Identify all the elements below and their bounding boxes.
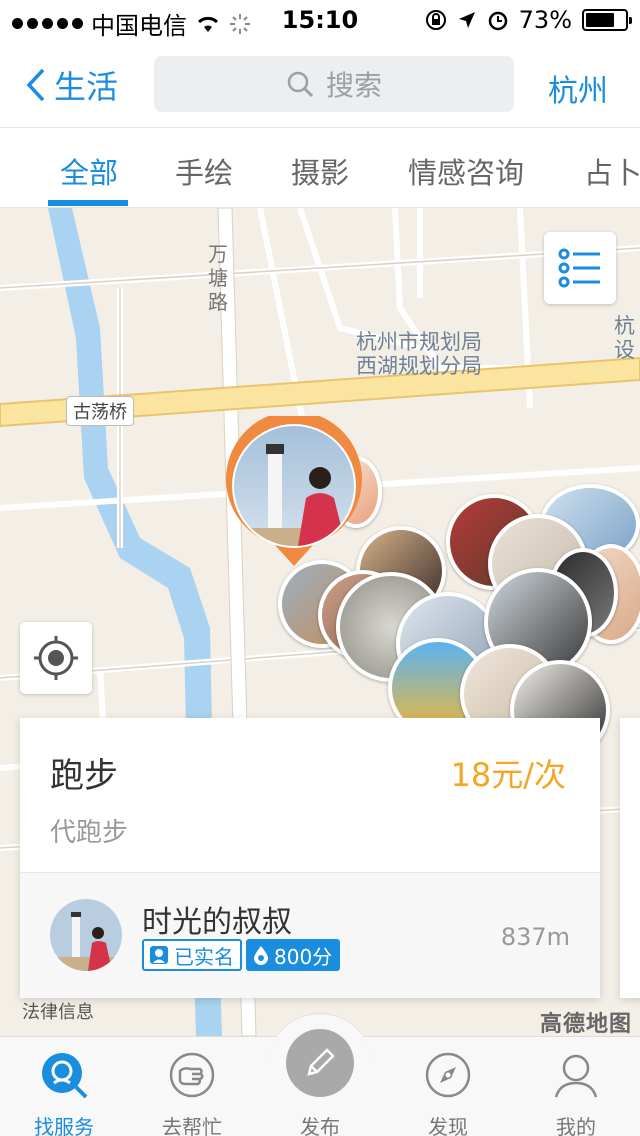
search-icon	[287, 71, 314, 98]
help-hand-icon	[169, 1052, 215, 1098]
provider-row[interactable]: 时光的叔叔 已实名 800分 837m	[20, 873, 600, 998]
id-verified-icon	[150, 946, 168, 964]
tab-divination[interactable]: 占卜	[584, 150, 640, 192]
tab-find-service[interactable]: 找服务	[0, 1037, 128, 1136]
map-brand-logo: 高德地图	[539, 1012, 632, 1036]
drop-icon	[254, 946, 268, 965]
tab-counseling[interactable]: 情感咨询	[408, 150, 524, 192]
verified-badge: 已实名	[142, 939, 242, 971]
search-input[interactable]: 搜索	[154, 56, 514, 112]
tab-drawing[interactable]: 手绘	[175, 150, 233, 192]
back-button[interactable]: 生活	[26, 62, 118, 108]
rotation-lock-icon	[425, 10, 446, 30]
legal-info-link[interactable]: 法律信息	[22, 998, 94, 1024]
tab-all[interactable]: 全部	[60, 150, 118, 192]
tab-help[interactable]: 去帮忙	[128, 1037, 256, 1136]
service-title: 跑步	[50, 756, 118, 796]
list-icon	[558, 248, 600, 288]
locate-me-button[interactable]	[20, 622, 92, 694]
tab-me[interactable]: 我的	[512, 1037, 640, 1136]
city-selector[interactable]: 杭州	[548, 66, 608, 110]
road-label: 万塘路	[208, 242, 228, 314]
distance-label: 837m	[500, 923, 570, 951]
publish-button[interactable]	[286, 1029, 354, 1097]
status-bar: 中国电信 15:10 73%	[0, 0, 640, 40]
selected-user-pin[interactable]	[224, 416, 364, 586]
bottom-tab-bar: 找服务 去帮忙 发布 发现 我的	[0, 1013, 640, 1136]
poi-label: 杭州市规划局	[356, 330, 482, 354]
active-tab-indicator	[48, 200, 128, 206]
category-tabs: 全部 手绘 摄影 情感咨询 占卜	[0, 128, 640, 208]
pencil-icon	[307, 1048, 335, 1076]
score-badge: 800分	[246, 939, 341, 971]
provider-name: 时光的叔叔	[142, 905, 292, 940]
tab-discover[interactable]: 发现	[384, 1037, 512, 1136]
chevron-left-icon	[26, 68, 45, 102]
poi-label: 杭设	[614, 314, 635, 362]
compass-icon	[425, 1052, 471, 1098]
alarm-icon	[488, 11, 507, 31]
tab-photography[interactable]: 摄影	[291, 150, 349, 192]
battery-icon	[582, 9, 632, 31]
bridge-label: 古荡桥	[66, 396, 134, 426]
service-subtitle: 代跑步	[50, 818, 129, 848]
list-view-button[interactable]	[544, 232, 616, 304]
search-placeholder: 搜索	[325, 69, 382, 102]
poi-label: 西湖规划分局	[356, 354, 482, 378]
find-service-icon	[42, 1053, 88, 1099]
next-card-peek[interactable]	[620, 718, 640, 998]
back-label: 生活	[54, 68, 119, 106]
battery-percent: 73%	[518, 6, 572, 34]
avatar	[50, 899, 122, 971]
nav-bar: 生活 搜索 杭州	[0, 40, 640, 128]
location-arrow-icon	[458, 12, 475, 28]
service-card[interactable]: 跑步 18元/次 代跑步 时光的叔叔 已实名 800分 837m	[20, 718, 600, 998]
crosshair-icon	[34, 636, 78, 680]
tab-publish[interactable]: 发布	[256, 1013, 384, 1136]
service-price: 18元/次	[450, 756, 566, 794]
person-icon	[554, 1054, 598, 1098]
